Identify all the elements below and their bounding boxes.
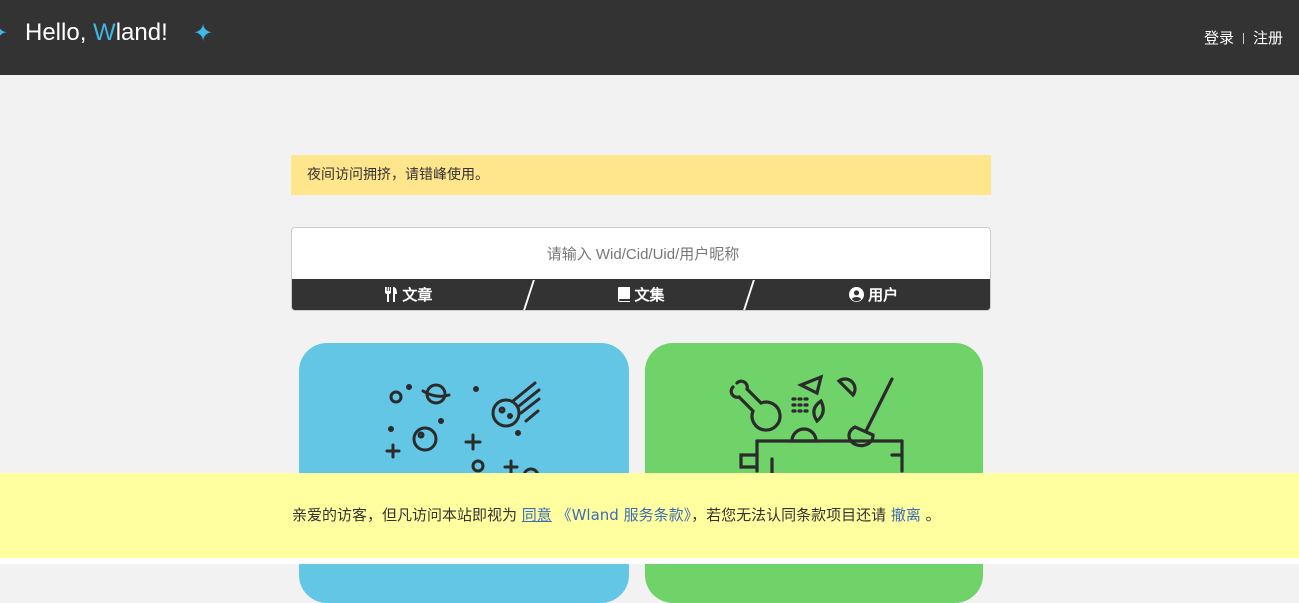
cookie-prefix: 亲爱的访客，但凡访问本站即视为 bbox=[292, 506, 522, 524]
tab-users-label: 用户 bbox=[868, 286, 899, 304]
search-type-tabs: 文章 文集 用户 bbox=[292, 279, 990, 310]
sparkle-icon: ✦ bbox=[0, 18, 8, 48]
leave-link[interactable]: 撤离 bbox=[891, 506, 921, 524]
page-bottom bbox=[0, 558, 1299, 564]
sparkle-icon: ✦ bbox=[193, 19, 214, 47]
notice-banner: 夜间访问拥挤，请错峰使用。 bbox=[291, 155, 991, 195]
search-panel: 文章 文集 用户 bbox=[291, 227, 991, 311]
site-brand[interactable]: Hello, Wland! bbox=[25, 17, 168, 49]
terms-link[interactable]: 《Wland 服务条款》 bbox=[557, 506, 692, 524]
tab-articles-label: 文章 bbox=[402, 286, 433, 304]
tab-collections-label: 文集 bbox=[634, 286, 665, 304]
register-link[interactable]: 注册 bbox=[1253, 29, 1283, 47]
tab-articles[interactable]: 文章 bbox=[292, 279, 525, 310]
login-link[interactable]: 登录 bbox=[1204, 29, 1234, 47]
book-icon bbox=[617, 287, 631, 302]
user-circle-icon bbox=[849, 287, 865, 302]
brand-accent: W bbox=[93, 19, 116, 46]
search-input[interactable] bbox=[292, 228, 990, 281]
cookie-consent-bar: 亲爱的访客，但凡访问本站即视为 同意 《Wland 服务条款》，若您无法认同条款… bbox=[0, 473, 1299, 558]
agree-link[interactable]: 同意 bbox=[522, 506, 552, 524]
top-header: ✦ Hello, Wland! ✦ 登录 注册 bbox=[0, 0, 1299, 75]
auth-links: 登录 注册 bbox=[1204, 27, 1283, 49]
brand-prefix: Hello, bbox=[25, 19, 94, 46]
utensils-icon bbox=[384, 287, 398, 302]
brand-suffix: land! bbox=[115, 19, 168, 46]
cookie-suffix: 。 bbox=[920, 506, 941, 524]
tab-collections[interactable]: 文集 bbox=[525, 279, 758, 310]
cookie-middle: ，若您无法认同条款项目还请 bbox=[691, 506, 891, 524]
tab-users[interactable]: 用户 bbox=[757, 279, 990, 310]
divider bbox=[1242, 33, 1244, 44]
